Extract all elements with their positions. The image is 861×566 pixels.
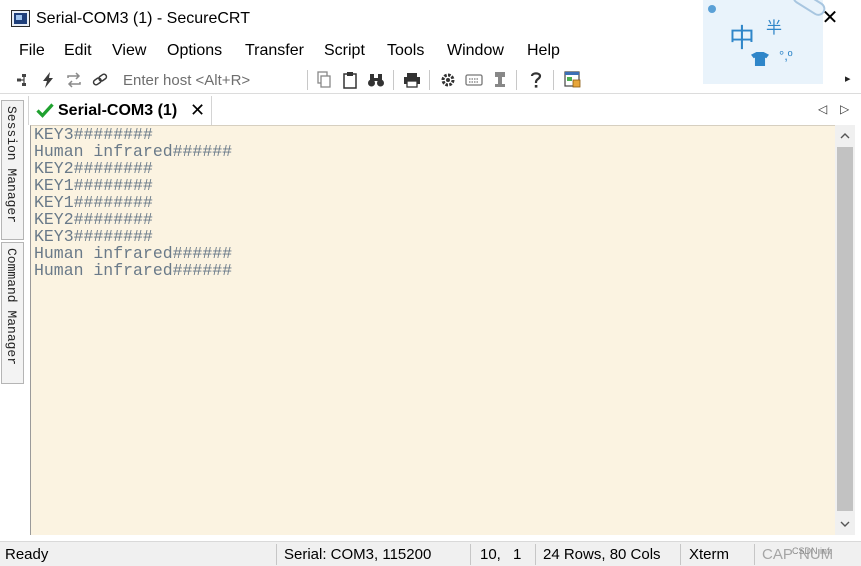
tab-scroll-right-button[interactable]: ▷	[840, 102, 849, 116]
enter-host-input[interactable]	[118, 69, 304, 91]
terminal-line: KEY1########	[34, 176, 153, 195]
stamp-icon[interactable]	[489, 69, 511, 91]
reconnect-icon[interactable]	[63, 69, 85, 91]
status-watermark: CSDN inf.	[792, 546, 833, 556]
menu-file[interactable]: File	[19, 42, 45, 60]
link-icon[interactable]	[89, 69, 111, 91]
tab-scroll-left-button[interactable]: ◁	[818, 102, 827, 116]
menu-tools[interactable]: Tools	[387, 42, 424, 60]
status-separator	[754, 544, 755, 565]
terminal-line: KEY1########	[34, 193, 153, 212]
status-cursor-col: 1	[513, 546, 522, 563]
toolbar-separator	[553, 70, 554, 90]
toolbar-separator	[393, 70, 394, 90]
menu-transfer[interactable]: Transfer	[245, 42, 304, 60]
settings-icon[interactable]	[437, 69, 459, 91]
status-ready: Ready	[5, 546, 49, 563]
status-separator	[276, 544, 277, 565]
menu-bar: File Edit View Options Transfer Script T…	[0, 38, 700, 66]
terminal-line: KEY3########	[34, 227, 153, 246]
terminal-scrollbar[interactable]	[835, 125, 855, 535]
status-dimensions: 24 Rows, 80 Cols	[543, 546, 661, 563]
left-dock: Session Manager Command Manager	[0, 96, 26, 541]
window-title: Serial-COM3 (1) - SecureCRT	[36, 10, 250, 27]
ime-chinese-mode-indicator[interactable]: 中	[729, 18, 755, 55]
keymap-icon[interactable]	[463, 69, 485, 91]
tab-close-button[interactable]: ✕	[190, 100, 205, 121]
status-serial-config: Serial: COM3, 115200	[284, 546, 432, 563]
toolbar-separator	[307, 70, 308, 90]
connect-tree-icon[interactable]	[12, 69, 34, 91]
menu-edit[interactable]: Edit	[64, 42, 92, 60]
securecrt-app-icon	[11, 10, 30, 27]
lightning-icon[interactable]	[37, 69, 59, 91]
terminal-line: KEY2########	[34, 210, 153, 229]
status-bar: Ready Serial: COM3, 115200 10, 1 24 Rows…	[0, 541, 861, 566]
menu-window[interactable]: Window	[447, 42, 504, 60]
ime-pin-icon	[708, 5, 716, 13]
session-tab-bar: Serial-COM3 (1) ✕ ◁ ▷	[28, 96, 861, 125]
ime-skin-icon[interactable]	[751, 52, 769, 66]
menu-script[interactable]: Script	[324, 42, 365, 60]
terminal-line: Human infrared######	[34, 142, 233, 161]
tab-serial-com3[interactable]: Serial-COM3 (1) ✕	[28, 96, 212, 125]
terminal-line: KEY2########	[34, 159, 153, 178]
copy-icon[interactable]	[313, 69, 335, 91]
terminal-line: Human infrared######	[34, 244, 233, 263]
find-icon[interactable]	[365, 69, 387, 91]
paperclip-icon	[790, 0, 828, 19]
command-manager-tab[interactable]: Command Manager	[1, 242, 24, 384]
terminal-output[interactable]: KEY3######## Human infrared###### KEY2##…	[30, 125, 835, 535]
status-separator	[535, 544, 536, 565]
toolbar-overflow-chevron[interactable]: ▸	[845, 72, 851, 85]
scroll-down-arrow-icon[interactable]	[835, 515, 855, 533]
status-cursor-row: 10,	[480, 546, 501, 563]
command-manager-label: Command Manager	[4, 248, 19, 366]
ime-punctuation-indicator[interactable]: °,º	[779, 48, 793, 63]
help-icon[interactable]	[525, 69, 547, 91]
paste-icon[interactable]	[339, 69, 361, 91]
toolbar-separator	[516, 70, 517, 90]
menu-options[interactable]: Options	[167, 42, 222, 60]
session-manager-label: Session Manager	[4, 106, 19, 224]
menu-help[interactable]: Help	[527, 42, 560, 60]
ime-halfwidth-indicator[interactable]: 半	[766, 14, 782, 38]
print-icon[interactable]	[401, 69, 423, 91]
status-caps-lock: CAP	[762, 546, 793, 563]
status-separator	[680, 544, 681, 565]
toolbar-separator	[429, 70, 430, 90]
terminal-line: KEY3########	[34, 125, 153, 144]
menu-view[interactable]: View	[112, 42, 146, 60]
sftp-icon[interactable]	[562, 69, 584, 91]
tab-label: Serial-COM3 (1)	[58, 102, 178, 119]
scroll-thumb[interactable]	[837, 147, 853, 511]
toolbar: ▸	[0, 66, 861, 94]
status-separator	[470, 544, 471, 565]
scroll-up-arrow-icon[interactable]	[835, 127, 855, 145]
connected-check-icon	[36, 103, 54, 118]
status-emulation: Xterm	[689, 546, 730, 563]
terminal-line: Human infrared######	[34, 261, 233, 280]
session-manager-tab[interactable]: Session Manager	[1, 100, 24, 240]
